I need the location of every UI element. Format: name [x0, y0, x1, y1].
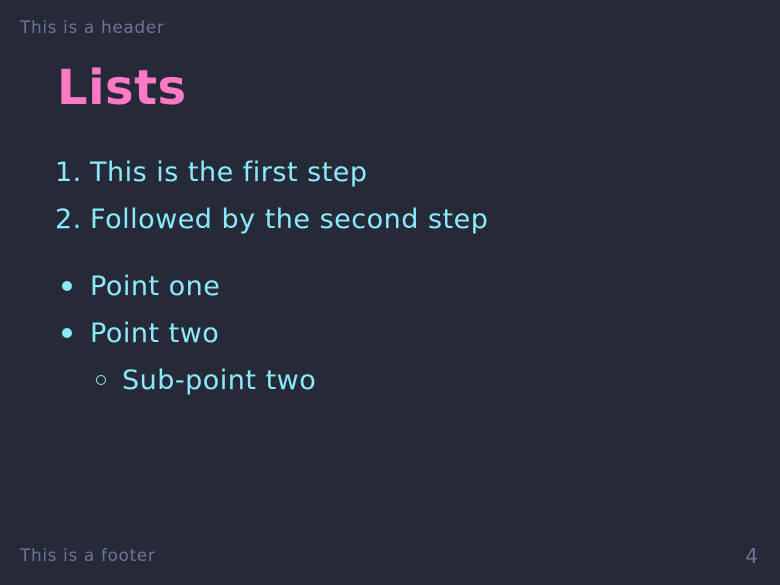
- bullet-icon: [62, 327, 72, 338]
- list-number: 2.: [55, 204, 82, 235]
- sub-bullet-list-item: Sub-point two: [62, 364, 316, 411]
- page-number: 4: [745, 544, 758, 568]
- list-item-text: Sub-point two: [122, 365, 317, 396]
- list-item-text: Point one: [90, 271, 221, 302]
- bullet-icon: [62, 280, 72, 291]
- hollow-bullet-icon: [96, 374, 106, 385]
- list-item-text: Followed by the second step: [90, 204, 489, 235]
- list-item-text: Point two: [90, 318, 220, 349]
- list-item-text: This is the first step: [90, 157, 368, 188]
- slide: This is a header Lists 1. This is the fir…: [0, 0, 780, 585]
- bullet-list-item: Point two: [62, 317, 316, 364]
- list-number: 1.: [55, 157, 82, 188]
- ordered-list-item: 2. Followed by the second step: [55, 203, 488, 250]
- slide-footer: This is a footer: [20, 546, 156, 566]
- ordered-list-item: 1. This is the first step: [55, 156, 488, 203]
- bullet-list-item: Point one: [62, 270, 316, 317]
- slide-header: This is a header: [20, 18, 165, 38]
- bullet-list: Point one Point two Sub-point two: [62, 270, 316, 411]
- ordered-list: 1. This is the first step 2. Followed by t…: [55, 156, 488, 250]
- slide-title: Lists: [57, 60, 187, 116]
